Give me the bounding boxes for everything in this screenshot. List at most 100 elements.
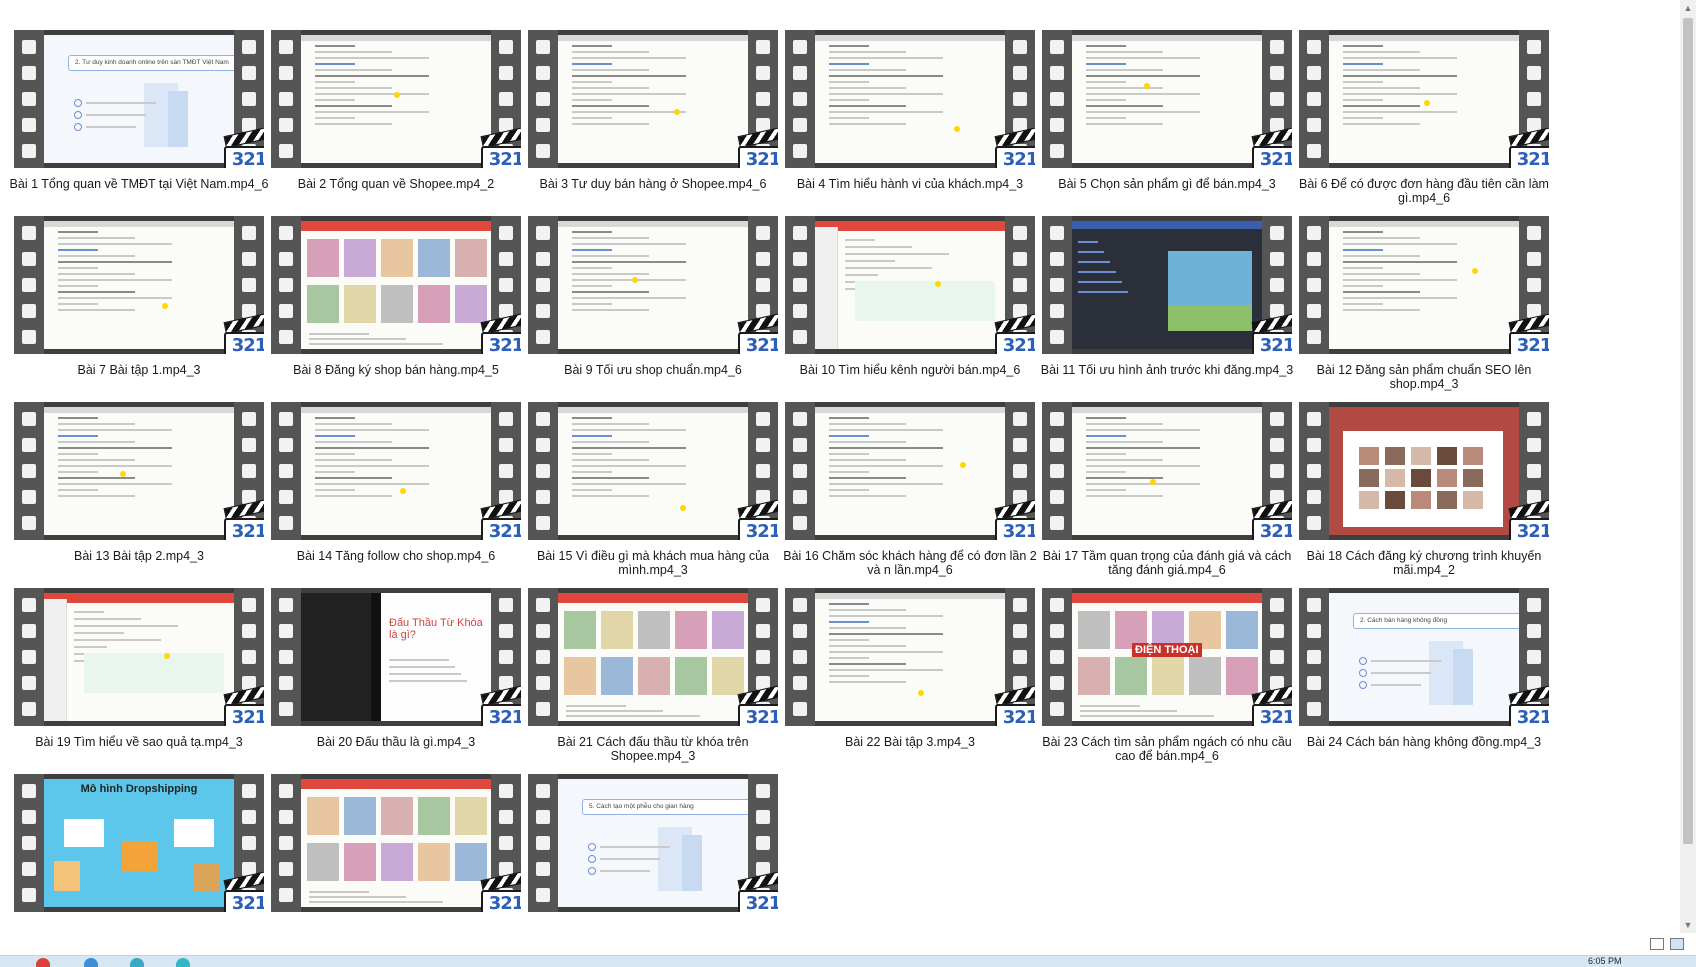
video-thumbnail-tile[interactable]: 321 Bài 14 Tăng follow cho shop.mp4_6 <box>257 402 535 588</box>
video-file-name[interactable]: Bài 1 Tổng quan về TMĐT tại Việt Nam.mp4… <box>4 177 274 191</box>
video-file-name[interactable]: Bài 15 Vì điều gì mà khách mua hàng của … <box>518 549 788 577</box>
film-thumbnail[interactable]: 321 <box>271 774 521 912</box>
video-thumbnail-tile[interactable]: 321 Bài 19 Tìm hiểu về sao quả tạ.mp4_3 <box>0 588 278 774</box>
video-file-name[interactable]: Bài 6 Để có được đơn hàng đầu tiên cần l… <box>1289 177 1559 205</box>
video-thumbnail-tile[interactable]: 2. Tư duy kinh doanh online trên sàn TMĐ… <box>0 30 278 216</box>
film-thumbnail[interactable]: 321 <box>528 402 778 540</box>
video-thumbnail-tile[interactable]: 321 Bài 9 Tối ưu shop chuẩn.mp4_6 <box>514 216 792 402</box>
video-file-name[interactable]: Bài 24 Cách bán hàng không đồng.mp4_3 <box>1289 735 1559 749</box>
film-thumbnail[interactable]: 321 <box>14 216 264 354</box>
film-thumbnail[interactable]: 321 <box>785 588 1035 726</box>
video-thumbnail-tile[interactable]: 321 Bài 16 Chăm sóc khách hàng để có đơn … <box>771 402 1049 588</box>
frame-text-line <box>829 117 869 119</box>
video-thumbnail-tile[interactable]: 321 Bài 15 Vì điều gì mà khách mua hàng c… <box>514 402 792 588</box>
film-thumbnail[interactable]: 321 <box>785 402 1035 540</box>
film-hole <box>279 144 293 158</box>
video-thumbnail-tile[interactable]: 321 Bài 3 Tư duy bán hàng ở Shopee.mp4_6 <box>514 30 792 216</box>
video-file-name[interactable]: Bài 5 Chọn sản phẩm gì để bán.mp4_3 <box>1032 177 1302 191</box>
film-thumbnail[interactable]: 321 <box>1042 402 1292 540</box>
film-hole <box>1527 278 1541 292</box>
film-thumbnail[interactable]: 321 <box>528 216 778 354</box>
film-thumbnail[interactable]: 321 <box>1042 30 1292 168</box>
video-thumbnail-tile[interactable]: 321 Bài 10 Tìm hiểu kênh người bán.mp4_6 <box>771 216 1049 402</box>
video-thumbnail-tile[interactable]: 321 Bài 11 Tối ưu hình ảnh trước khi đăng… <box>1028 216 1306 402</box>
video-file-name[interactable]: Bài 18 Cách đăng ký chương trình khuyến … <box>1289 549 1559 577</box>
video-thumbnail-tile[interactable]: 321 Bài 5 Chọn sản phẩm gì để bán.mp4_3 <box>1028 30 1306 216</box>
film-hole <box>22 226 36 240</box>
film-thumbnail[interactable]: 321 <box>1299 30 1549 168</box>
video-file-name[interactable]: Bài 20 Đấu thầu là gì.mp4_3 <box>261 735 531 749</box>
film-thumbnail[interactable]: 321 <box>14 402 264 540</box>
film-hole <box>279 226 293 240</box>
video-file-name[interactable]: Bài 14 Tăng follow cho shop.mp4_6 <box>261 549 531 563</box>
frame-text-line <box>1078 241 1098 243</box>
film-thumbnail[interactable]: 2. Cách bán hàng không đồng 321 <box>1299 588 1549 726</box>
frame-text-line <box>1343 93 1457 95</box>
frame-text-line <box>572 441 649 443</box>
film-thumbnail[interactable]: 321 <box>528 588 778 726</box>
film-hole <box>1527 624 1541 638</box>
video-file-name[interactable]: Bài 21 Cách đấu thầu từ khóa trên Shopee… <box>518 735 788 763</box>
video-file-name[interactable]: Bài 13 Bài tập 2.mp4_3 <box>4 549 274 563</box>
film-thumbnail[interactable]: 321 <box>271 402 521 540</box>
scroll-up-arrow-icon[interactable]: ▲ <box>1680 0 1696 16</box>
film-thumbnail[interactable]: 321 <box>785 30 1035 168</box>
film-thumbnail[interactable]: Đấu Thầu Từ Khóa là gì? 321 <box>271 588 521 726</box>
large-icons-view-icon[interactable] <box>1670 938 1684 950</box>
video-thumbnail-tile[interactable]: 321 Bài 21 Cách đấu thầu từ khóa trên Sho… <box>514 588 792 774</box>
film-thumbnail[interactable]: 2. Tư duy kinh doanh online trên sàn TMĐ… <box>14 30 264 168</box>
video-file-name[interactable]: Bài 3 Tư duy bán hàng ở Shopee.mp4_6 <box>518 177 788 191</box>
film-thumbnail[interactable]: 321 <box>1042 216 1292 354</box>
details-view-icon[interactable] <box>1650 938 1664 950</box>
video-file-name[interactable]: Bài 2 Tổng quan về Shopee.mp4_2 <box>261 177 531 191</box>
video-thumbnail-tile[interactable]: ĐIỆN THOẠI 321 Bài 23 Cách tìm sản phẩm ng… <box>1028 588 1306 774</box>
scroll-down-arrow-icon[interactable]: ▼ <box>1680 917 1696 933</box>
video-thumbnail-tile[interactable]: 321 Bài 22 Bài tập 3.mp4_3 <box>771 588 1049 774</box>
video-thumbnail-tile[interactable]: 321 Bài 8 Đăng ký shop bán hàng.mp4_5 <box>257 216 535 402</box>
video-file-name[interactable]: Bài 23 Cách tìm sản phẩm ngách có nhu cầ… <box>1032 735 1302 763</box>
video-thumbnail-tile[interactable]: 321 Bài 4 Tìm hiểu hành vi của khách.mp4_… <box>771 30 1049 216</box>
video-file-name[interactable]: Bài 22 Bài tập 3.mp4_3 <box>775 735 1045 749</box>
frame-text-line <box>315 105 392 107</box>
film-hole <box>1307 92 1321 106</box>
video-file-name[interactable]: Bài 9 Tối ưu shop chuẩn.mp4_6 <box>518 363 788 377</box>
film-thumbnail[interactable]: 321 <box>1299 402 1549 540</box>
vertical-scrollbar[interactable]: ▲ ▼ <box>1680 0 1696 933</box>
video-file-name[interactable]: Bài 17 Tầm quan trọng của đánh giá và cá… <box>1032 549 1302 577</box>
video-thumbnail-tile[interactable]: 2. Cách bán hàng không đồng 321 Bài 24 Các… <box>1285 588 1563 774</box>
video-thumbnail-tile[interactable]: 321 Bài 17 Tầm quan trọng của đánh giá và… <box>1028 402 1306 588</box>
video-thumbnail-tile[interactable]: 321 Bài 7 Bài tập 1.mp4_3 <box>0 216 278 402</box>
frame-toolbar <box>558 35 748 41</box>
video-thumbnail-tile[interactable]: Đấu Thầu Từ Khóa là gì? 321 Bài 20 Đấu thầ… <box>257 588 535 774</box>
video-thumbnail-tile[interactable]: 321 Bài 18 Cách đăng ký chương trình khuy… <box>1285 402 1563 588</box>
film-thumbnail[interactable]: 321 <box>271 216 521 354</box>
product-image <box>675 611 707 649</box>
video-file-name[interactable]: Bài 19 Tìm hiểu về sao quả tạ.mp4_3 <box>4 735 274 749</box>
video-thumbnail-tile[interactable]: 321 Bài 2 Tổng quan về Shopee.mp4_2 <box>257 30 535 216</box>
frame-text-line <box>1086 471 1126 473</box>
video-thumbnail-tile[interactable]: 321 Bài 13 Bài tập 2.mp4_3 <box>0 402 278 588</box>
video-thumbnail-tile[interactable]: 5. Cách tạo một phễu cho gian hàng 321 <box>514 774 792 924</box>
video-file-name[interactable]: Bài 7 Bài tập 1.mp4_3 <box>4 363 274 377</box>
video-file-name[interactable]: Bài 4 Tìm hiểu hành vi của khách.mp4_3 <box>775 177 1045 191</box>
film-thumbnail[interactable]: 321 <box>528 30 778 168</box>
film-thumbnail[interactable]: 321 <box>14 588 264 726</box>
video-file-name[interactable]: Bài 12 Đăng sản phẩm chuẩn SEO lên shop.… <box>1289 363 1559 391</box>
film-thumbnail[interactable]: 321 <box>785 216 1035 354</box>
video-file-name[interactable]: Bài 8 Đăng ký shop bán hàng.mp4_5 <box>261 363 531 377</box>
film-thumbnail[interactable]: Mô hình Dropshipping 321 <box>14 774 264 912</box>
video-file-name[interactable]: Bài 16 Chăm sóc khách hàng để có đơn lần… <box>775 549 1045 577</box>
scroll-thumb[interactable] <box>1683 18 1693 844</box>
video-file-name[interactable]: Bài 11 Tối ưu hình ảnh trước khi đăng.mp… <box>1032 363 1302 377</box>
film-hole <box>1527 252 1541 266</box>
video-thumbnail-tile[interactable]: Mô hình Dropshipping 321 <box>0 774 278 924</box>
film-thumbnail[interactable]: 321 <box>271 30 521 168</box>
film-thumbnail[interactable]: 5. Cách tạo một phễu cho gian hàng 321 <box>528 774 778 912</box>
video-thumbnail-tile[interactable]: 321 Bài 12 Đăng sản phẩm chuẩn SEO lên sh… <box>1285 216 1563 402</box>
film-thumbnail[interactable]: 321 <box>1299 216 1549 354</box>
film-strip <box>785 402 815 540</box>
film-thumbnail[interactable]: ĐIỆN THOẠI 321 <box>1042 588 1292 726</box>
video-file-name[interactable]: Bài 10 Tìm hiểu kênh người bán.mp4_6 <box>775 363 1045 377</box>
video-thumbnail-tile[interactable]: 321 <box>257 774 535 924</box>
video-thumbnail-tile[interactable]: 321 Bài 6 Để có được đơn hàng đầu tiên cầ… <box>1285 30 1563 216</box>
